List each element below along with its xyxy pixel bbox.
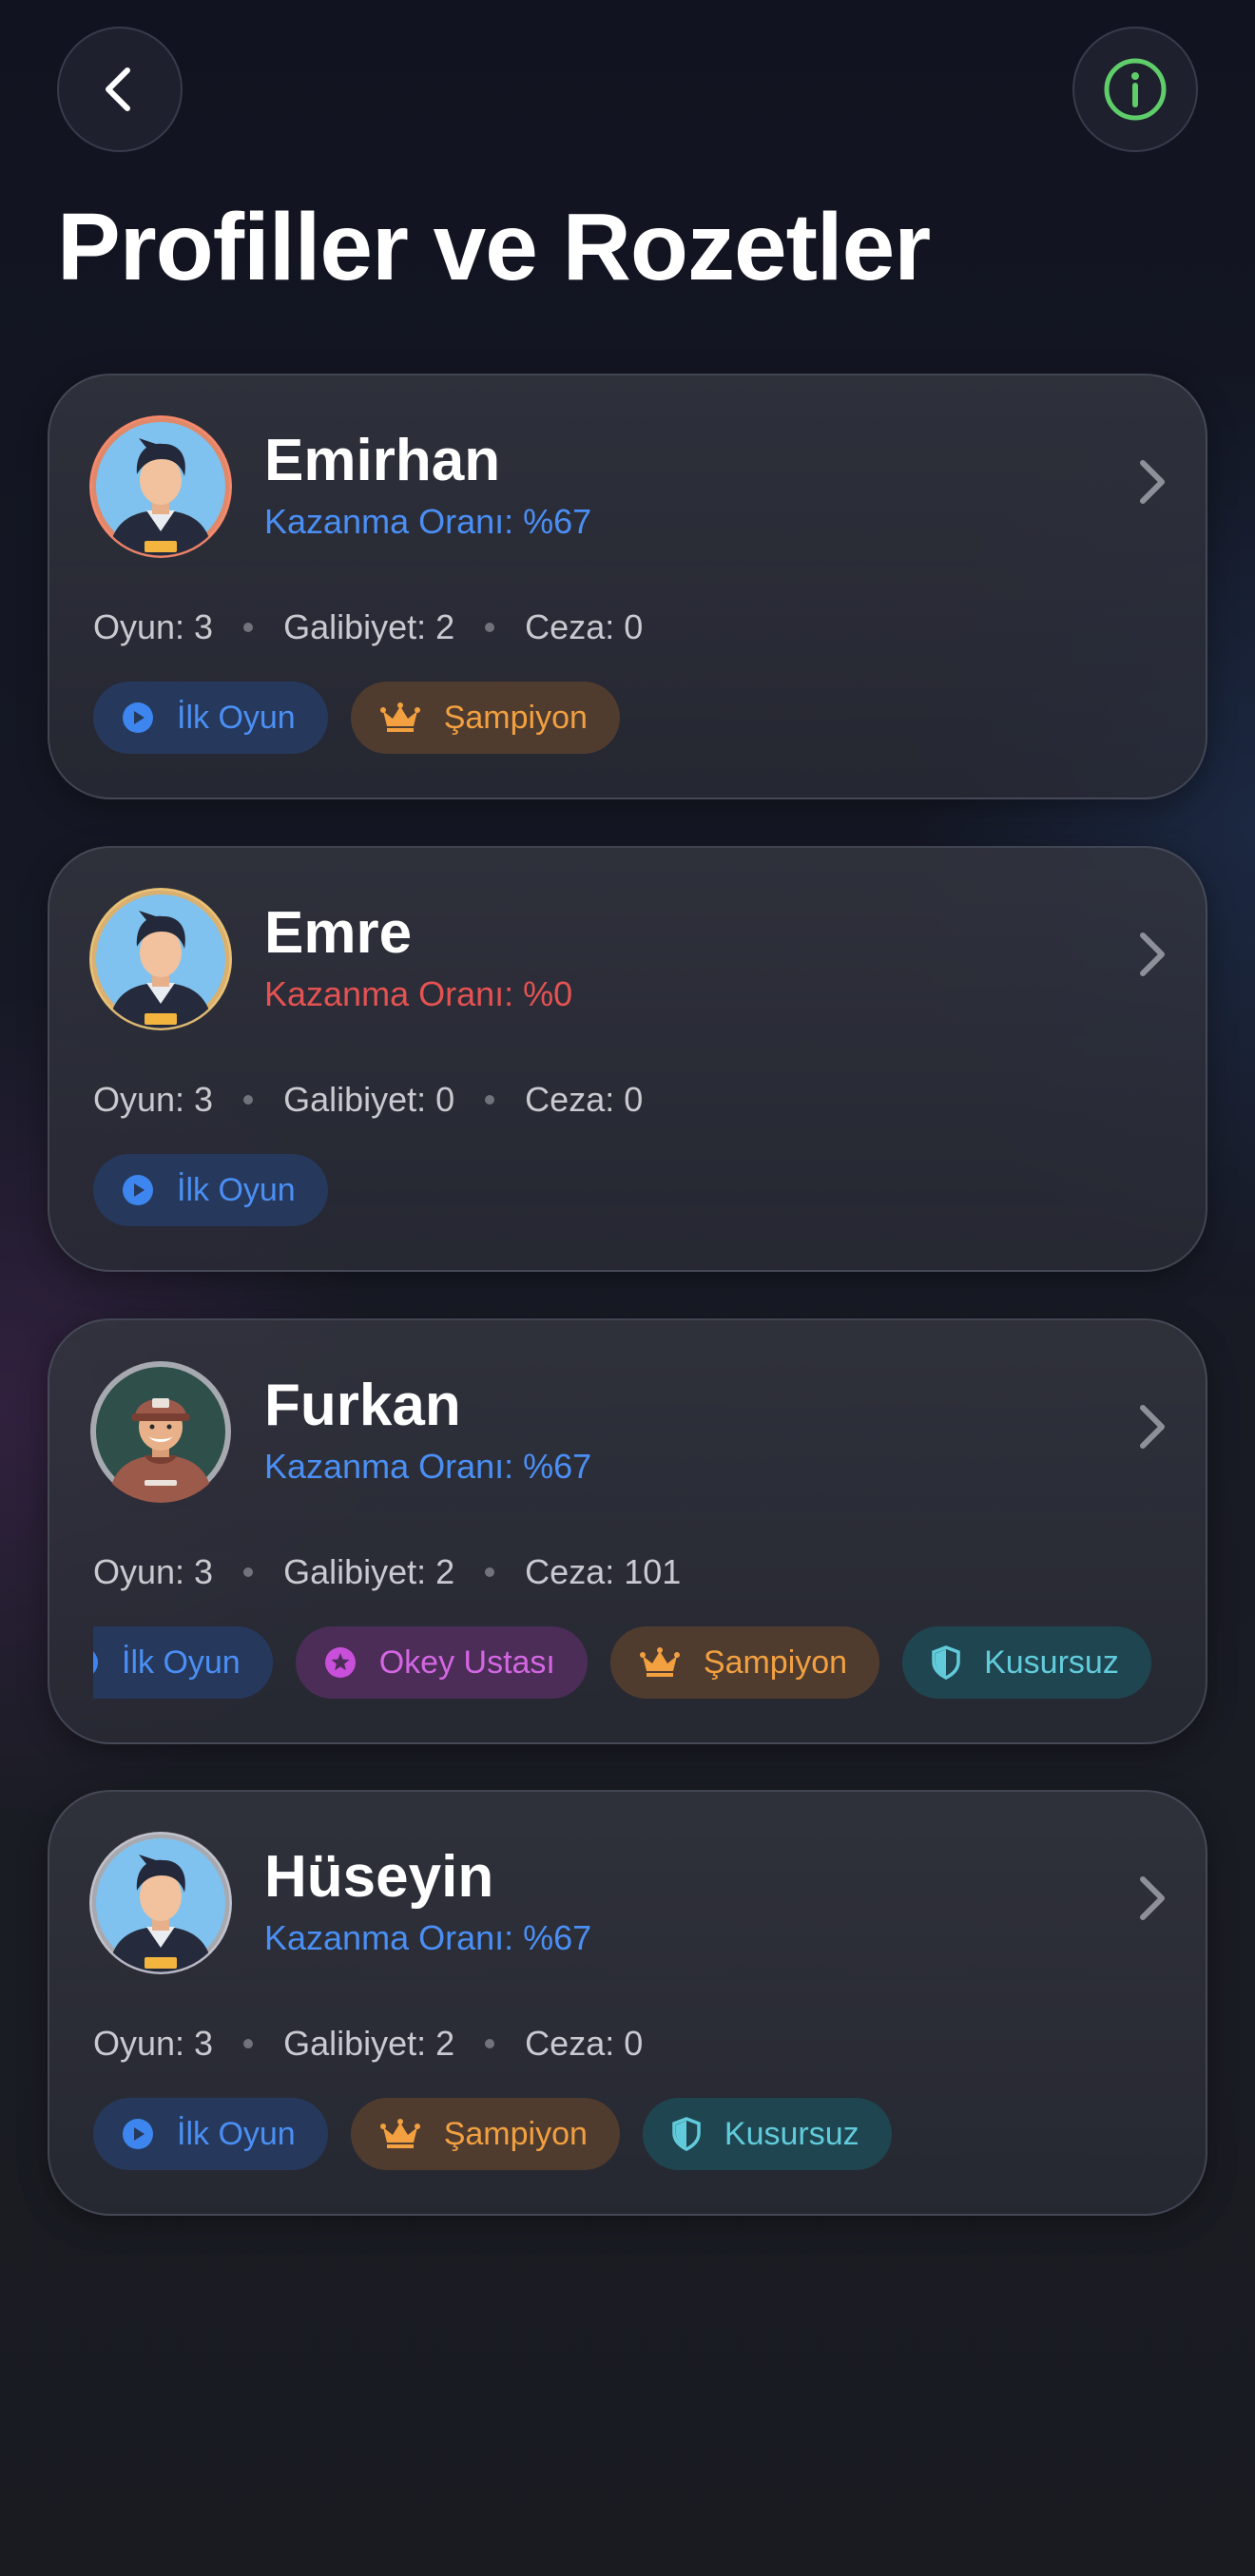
avatar — [89, 1360, 232, 1503]
crown-icon — [379, 2119, 420, 2148]
penalty-count: Ceza: 101 — [525, 1552, 682, 1591]
chevron-right-icon — [1140, 932, 1165, 976]
profile-card-furkan[interactable]: Furkan Kazanma Oranı: %67 Oyun: 3 Galibi… — [48, 1318, 1207, 1744]
avatar — [89, 415, 232, 558]
badge-label: İlk Oyun — [177, 699, 296, 736]
play-icon — [123, 2119, 153, 2149]
stats-row: Oyun: 3 Galibiyet: 2 Ceza: 0 — [93, 604, 643, 651]
badge-label: İlk Oyun — [177, 2115, 296, 2152]
badge-list: İlk Oyun Şampiyon — [93, 682, 1164, 754]
profile-name: Furkan — [264, 1373, 461, 1438]
profile-card-emre[interactable]: Emre Kazanma Oranı: %0 Oyun: 3 Galibiyet… — [48, 846, 1207, 1272]
badge-sampiyon[interactable]: Şampiyon — [609, 1626, 880, 1699]
page-title: Profiller ve Rozetler — [57, 194, 931, 300]
separator-dot — [243, 1095, 254, 1105]
games-count: Oyun: 3 — [93, 2024, 214, 2063]
back-button[interactable] — [57, 27, 183, 152]
play-icon — [123, 1175, 153, 1205]
badge-ilk-oyun[interactable]: İlk Oyun — [93, 2098, 328, 2170]
separator-dot — [243, 2039, 254, 2048]
separator-dot — [243, 1567, 254, 1577]
separator-dot — [243, 623, 254, 632]
badge-label: Kusursuz — [724, 2115, 859, 2152]
games-count: Oyun: 3 — [93, 1552, 214, 1591]
separator-dot — [485, 1567, 495, 1577]
wins-count: Galibiyet: 2 — [283, 2024, 455, 2063]
avatar — [89, 888, 232, 1030]
wins-count: Galibiyet: 0 — [283, 1080, 455, 1119]
badge-label: Şampiyon — [443, 699, 588, 736]
badge-label: Şampiyon — [443, 2115, 588, 2152]
penalty-count: Ceza: 0 — [525, 1080, 644, 1119]
wins-count: Galibiyet: 2 — [283, 607, 455, 646]
star-icon — [324, 1647, 356, 1678]
badge-kusursuz[interactable]: Kusursuz — [902, 1626, 1151, 1699]
badge-list: İlk Oyun — [93, 1154, 1164, 1226]
badge-sampiyon[interactable]: Şampiyon — [350, 2098, 620, 2170]
chevron-right-icon — [1140, 460, 1165, 504]
profile-name: Hüseyin — [264, 1844, 494, 1910]
games-count: Oyun: 3 — [93, 1080, 214, 1119]
separator-dot — [485, 1095, 495, 1105]
games-count: Oyun: 3 — [93, 607, 214, 646]
win-rate: Kazanma Oranı: %67 — [264, 1447, 592, 1486]
win-rate: Kazanma Oranı: %67 — [264, 502, 592, 541]
badge-kusursuz[interactable]: Kusursuz — [642, 2098, 892, 2170]
stats-row: Oyun: 3 Galibiyet: 0 Ceza: 0 — [93, 1076, 643, 1124]
profile-card-huseyin[interactable]: Hüseyin Kazanma Oranı: %67 Oyun: 3 Galib… — [48, 1790, 1207, 2216]
badge-list-scrollable[interactable]: İlk Oyun Okey Ustası Şampiyon Kusursuz — [93, 1626, 1164, 1699]
badge-label: İlk Oyun — [177, 1171, 296, 1208]
play-icon — [93, 1651, 98, 1674]
stats-row: Oyun: 3 Galibiyet: 2 Ceza: 0 — [93, 2020, 643, 2067]
penalty-count: Ceza: 0 — [525, 2024, 644, 2063]
separator-dot — [485, 2039, 495, 2048]
separator-dot — [485, 623, 495, 632]
penalty-count: Ceza: 0 — [525, 607, 644, 646]
wins-count: Galibiyet: 2 — [283, 1552, 455, 1591]
info-button[interactable] — [1072, 27, 1198, 152]
badge-ilk-oyun[interactable]: İlk Oyun — [93, 1154, 328, 1226]
avatar — [89, 1832, 232, 1974]
chevron-right-icon — [1140, 1876, 1165, 1920]
win-rate: Kazanma Oranı: %67 — [264, 1918, 592, 1957]
shield-icon — [672, 2117, 701, 2151]
badge-ilk-oyun[interactable]: İlk Oyun — [93, 1626, 273, 1699]
badge-list: İlk Oyun Şampiyon Kusursuz — [93, 2098, 1164, 2170]
shield-icon — [932, 1645, 960, 1680]
info-icon — [1104, 58, 1167, 121]
badge-sampiyon[interactable]: Şampiyon — [350, 682, 620, 754]
badge-label: İlk Oyun — [122, 1644, 241, 1681]
crown-icon — [379, 702, 420, 732]
badge-ilk-oyun[interactable]: İlk Oyun — [93, 682, 328, 754]
badge-label: Kusursuz — [984, 1644, 1119, 1681]
win-rate: Kazanma Oranı: %0 — [264, 974, 573, 1013]
crown-icon — [639, 1647, 680, 1677]
badge-label: Okey Ustası — [378, 1644, 555, 1681]
profile-card-emirhan[interactable]: Emirhan Kazanma Oranı: %67 Oyun: 3 Galib… — [48, 374, 1207, 799]
profile-name: Emre — [264, 900, 413, 966]
stats-row: Oyun: 3 Galibiyet: 2 Ceza: 101 — [93, 1548, 681, 1596]
profile-name: Emirhan — [264, 428, 501, 493]
badge-label: Şampiyon — [703, 1644, 848, 1681]
chevron-left-icon — [106, 67, 130, 111]
chevron-right-icon — [1140, 1405, 1165, 1449]
play-icon — [123, 702, 153, 733]
badge-okey-ustasi[interactable]: Okey Ustası — [295, 1626, 588, 1699]
